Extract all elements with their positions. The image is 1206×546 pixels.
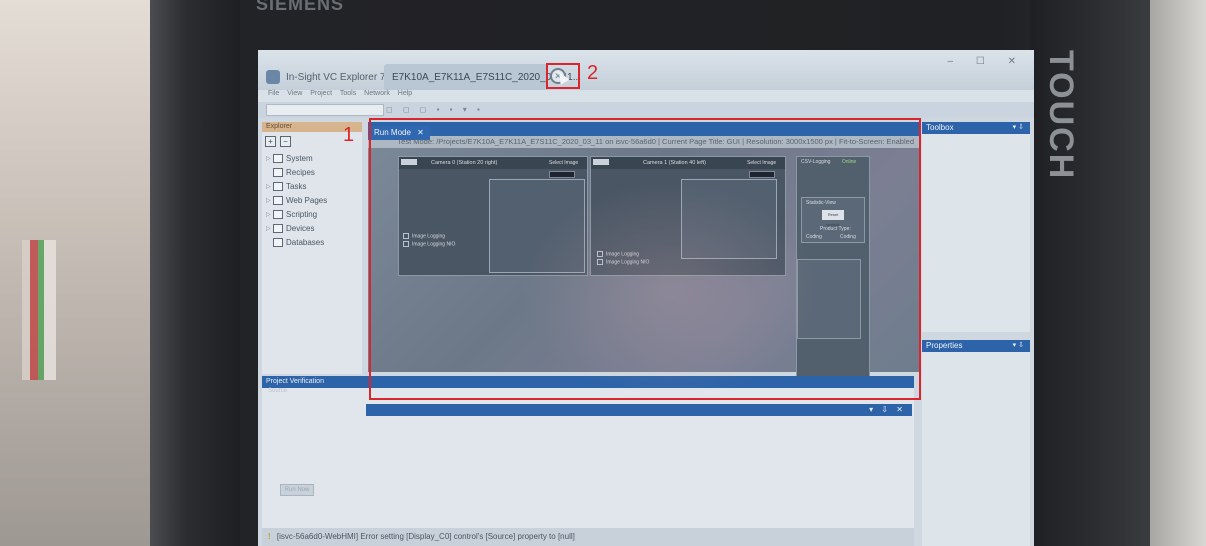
app-icon	[266, 70, 280, 84]
properties-title: Properties	[926, 341, 963, 350]
status-bar: ! [isvc-56a6d0-WebHMI] Error setting [Di…	[262, 528, 914, 546]
recipes-icon	[273, 167, 283, 177]
tree-item-label: Tasks	[286, 181, 307, 191]
title-bar: In-Sight VC Explorer 7.9.1 E7K10A_E7K11A…	[258, 50, 1034, 90]
web-pages-icon	[273, 195, 283, 205]
tree-item-label: Devices	[286, 223, 315, 233]
menu-file[interactable]: File	[268, 90, 279, 97]
system-icon	[273, 153, 283, 163]
tree-item-scripting[interactable]: ▷ Scripting	[262, 207, 362, 221]
project-verification-panel: Project Verification Source ▾ ⇩ ✕ Run No…	[262, 376, 914, 546]
verification-bar-icons[interactable]: ▾ ⇩ ✕	[869, 405, 906, 414]
tree-item-label: Databases	[286, 237, 325, 247]
tree-item-web-pages[interactable]: ▷ Web Pages	[262, 193, 362, 207]
tree-item-tasks[interactable]: ▷ Tasks	[262, 179, 362, 193]
pin-icon[interactable]: ▾ ⇩	[1013, 340, 1024, 352]
monitor-bezel-left	[150, 0, 240, 546]
menu-help[interactable]: Help	[398, 90, 412, 97]
menu-bar: File View Project Tools Network Help	[258, 90, 1034, 102]
warning-icon: !	[268, 532, 271, 541]
status-message: [isvc-56a6d0-WebHMI] Error setting [Disp…	[276, 532, 575, 541]
tree-item-system[interactable]: ▷ System	[262, 151, 362, 165]
tree-item-label: System	[286, 153, 313, 163]
chevron-right-icon[interactable]: ▷	[266, 225, 273, 232]
chevron-right-icon[interactable]: ▷	[266, 155, 273, 162]
collapse-all-button[interactable]: −	[280, 136, 291, 147]
window-controls[interactable]: – ☐ ✕	[948, 56, 1026, 67]
background-wall-right	[1150, 0, 1206, 546]
toolbar: ◻ ◻ ◻ ▪ ▪ ▾ ▪	[258, 102, 1034, 118]
chevron-right-icon[interactable]: ▷	[266, 211, 273, 218]
toolbar-combo[interactable]	[266, 104, 384, 116]
tree-item-devices[interactable]: ▷ Devices	[262, 221, 362, 235]
verification-toolbar: ▾ ⇩ ✕	[366, 404, 912, 416]
background-stripes	[22, 240, 56, 380]
annotation-label-1: 1	[343, 124, 355, 146]
properties-panel: Properties ▾ ⇩	[922, 340, 1030, 546]
menu-tools[interactable]: Tools	[340, 90, 356, 97]
tasks-icon	[273, 181, 283, 191]
toolbox-header: Toolbox ▾ ⇩	[922, 122, 1030, 134]
touch-label: TOUCH	[1042, 50, 1080, 181]
tree-item-label: Scripting	[286, 209, 318, 219]
tree-item-databases[interactable]: Databases	[262, 235, 362, 249]
toolbar-icons[interactable]: ◻ ◻ ◻ ▪ ▪ ▾ ▪	[386, 105, 484, 114]
databases-icon	[273, 237, 283, 247]
properties-header: Properties ▾ ⇩	[922, 340, 1030, 352]
chevron-right-icon[interactable]: ▷	[266, 197, 273, 204]
tree-item-recipes[interactable]: Recipes	[262, 165, 362, 179]
chevron-right-icon[interactable]: ▷	[266, 183, 273, 190]
annotation-box-1	[369, 118, 921, 400]
tree-item-label: Recipes	[286, 167, 315, 177]
tree-item-label: Web Pages	[286, 195, 328, 205]
scripting-icon	[273, 209, 283, 219]
expand-all-button[interactable]: +	[265, 136, 276, 147]
run-now-button[interactable]: Run Now	[280, 484, 314, 496]
device-brand: SIEMENS	[256, 0, 345, 14]
pin-icon[interactable]: ▾ ⇩	[1013, 122, 1024, 134]
devices-icon	[273, 223, 283, 233]
explorer-panel: Explorer + − ▷ System Recipes ▷ Tasks ▷ …	[262, 122, 362, 374]
menu-view[interactable]: View	[287, 90, 302, 97]
annotation-label-2: 2	[587, 62, 599, 84]
menu-project[interactable]: Project	[310, 90, 332, 97]
toolbox-title: Toolbox	[926, 123, 954, 132]
document-tab[interactable]: E7K10A_E7K11A_E7S11C_2020_03_11...	[384, 64, 581, 90]
menu-network[interactable]: Network	[364, 90, 390, 97]
toolbox-panel: Toolbox ▾ ⇩	[922, 122, 1030, 332]
photo-scene: SIEMENS TOUCH In-Sight VC Explorer 7.9.1…	[0, 0, 1206, 546]
